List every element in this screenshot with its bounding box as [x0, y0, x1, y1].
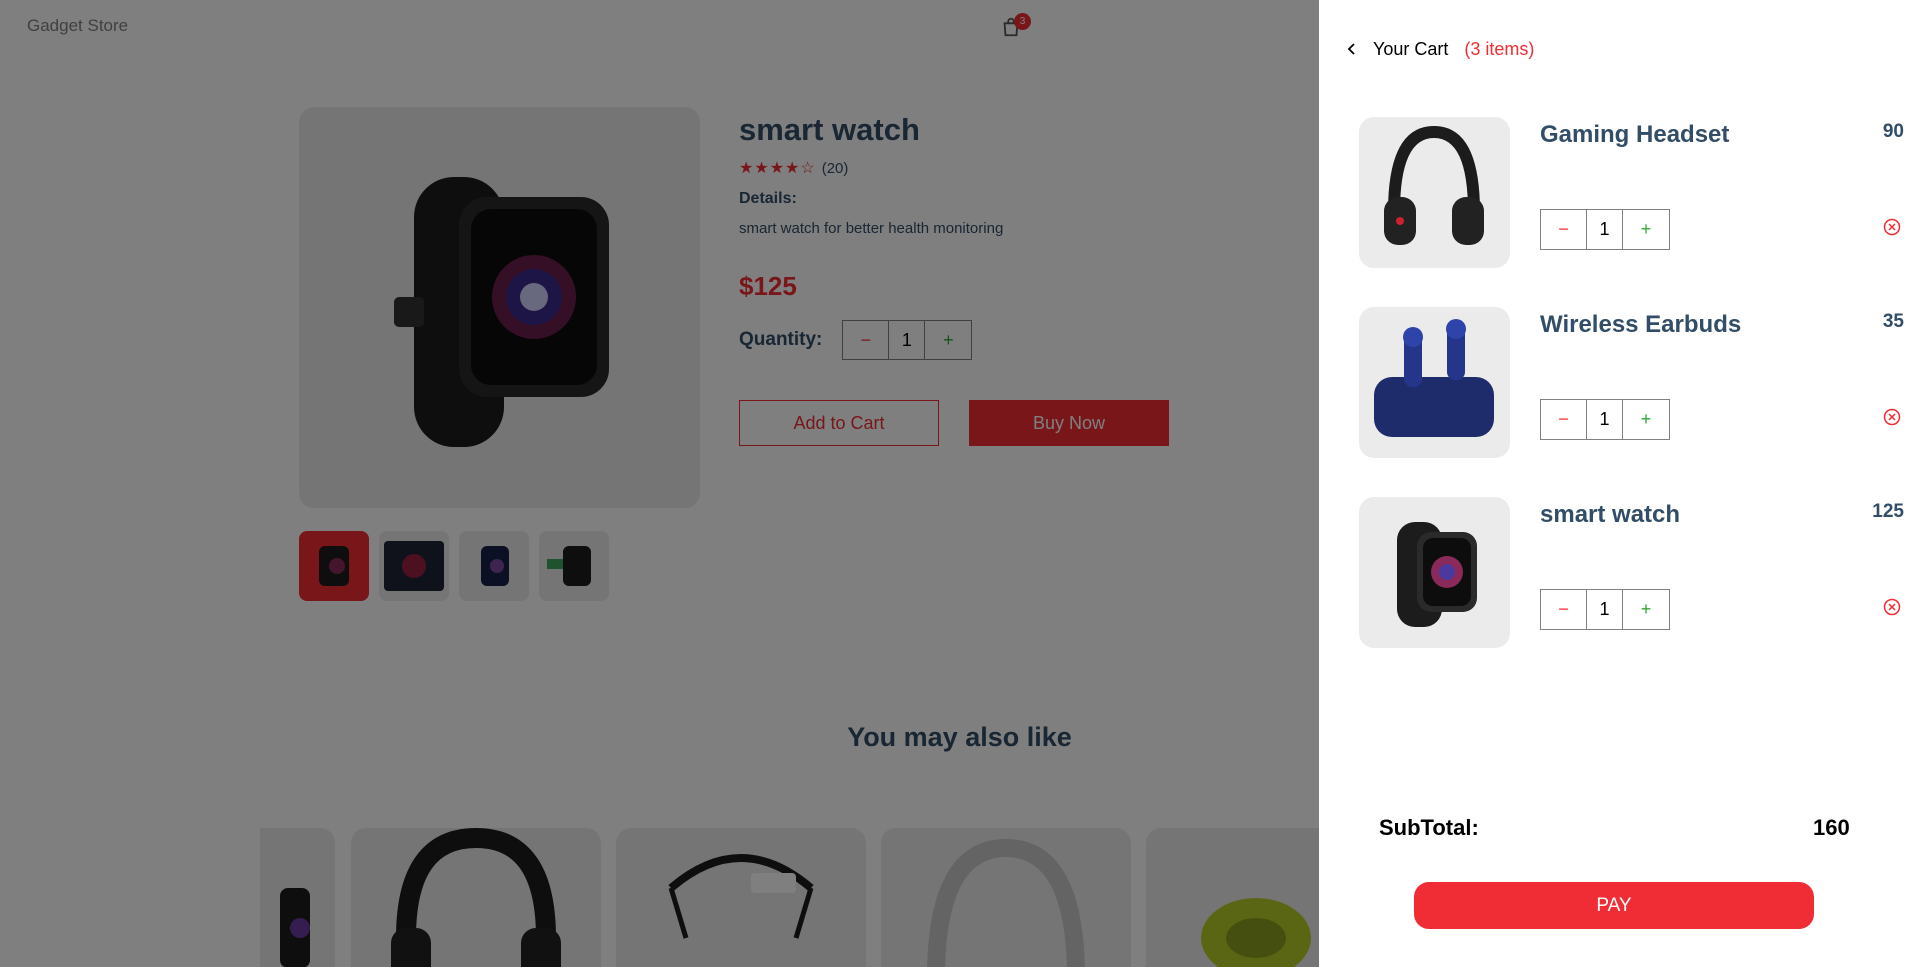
quantity-value: 1: [1587, 400, 1623, 439]
cart-item: smart watch 125 − 1 +: [1359, 497, 1904, 648]
quantity-stepper: − 1 +: [1540, 399, 1670, 440]
remove-item-icon[interactable]: [1883, 218, 1901, 236]
cart-item-name: smart watch: [1540, 501, 1681, 528]
chevron-left-icon[interactable]: [1341, 38, 1363, 60]
increase-quantity-button[interactable]: +: [1623, 400, 1669, 439]
increase-quantity-button[interactable]: +: [1623, 210, 1669, 249]
cart-title: Your Cart: [1373, 38, 1449, 59]
cart-item-name: Gaming Headset: [1540, 121, 1730, 148]
increase-quantity-button[interactable]: +: [1623, 590, 1669, 629]
cart-item-name: Wireless Earbuds: [1540, 311, 1742, 338]
subtotal-value: 160: [1813, 815, 1850, 840]
subtotal-label: SubTotal:: [1379, 815, 1479, 840]
cart-item-price: 35: [1882, 311, 1904, 332]
decrease-quantity-button[interactable]: −: [1541, 210, 1587, 249]
decrease-quantity-button[interactable]: −: [1541, 590, 1587, 629]
quantity-stepper: − 1 +: [1540, 209, 1670, 250]
quantity-value: 1: [1587, 590, 1623, 629]
remove-item-icon[interactable]: [1883, 408, 1901, 426]
quantity-value: 1: [1587, 210, 1623, 249]
cart-heading[interactable]: Your Cart (3 items): [1341, 38, 1534, 60]
cart-item-image: [1359, 307, 1510, 458]
cart-item: Gaming Headset 90 − 1 +: [1359, 117, 1904, 268]
cart-item-price: 90: [1882, 121, 1904, 142]
cart-item: Wireless Earbuds 35 − 1 +: [1359, 307, 1904, 458]
quantity-stepper: − 1 +: [1540, 589, 1670, 630]
cart-item-count: (3 items): [1464, 38, 1535, 59]
cart-item-image: [1359, 117, 1510, 268]
decrease-quantity-button[interactable]: −: [1541, 400, 1587, 439]
cart-item-price: 125: [1872, 501, 1904, 522]
cart-panel: Your Cart (3 items) Gaming Headset 90 − …: [1319, 0, 1912, 967]
cart-item-image: [1359, 497, 1510, 648]
remove-item-icon[interactable]: [1883, 598, 1901, 616]
pay-button[interactable]: PAY: [1414, 882, 1814, 929]
